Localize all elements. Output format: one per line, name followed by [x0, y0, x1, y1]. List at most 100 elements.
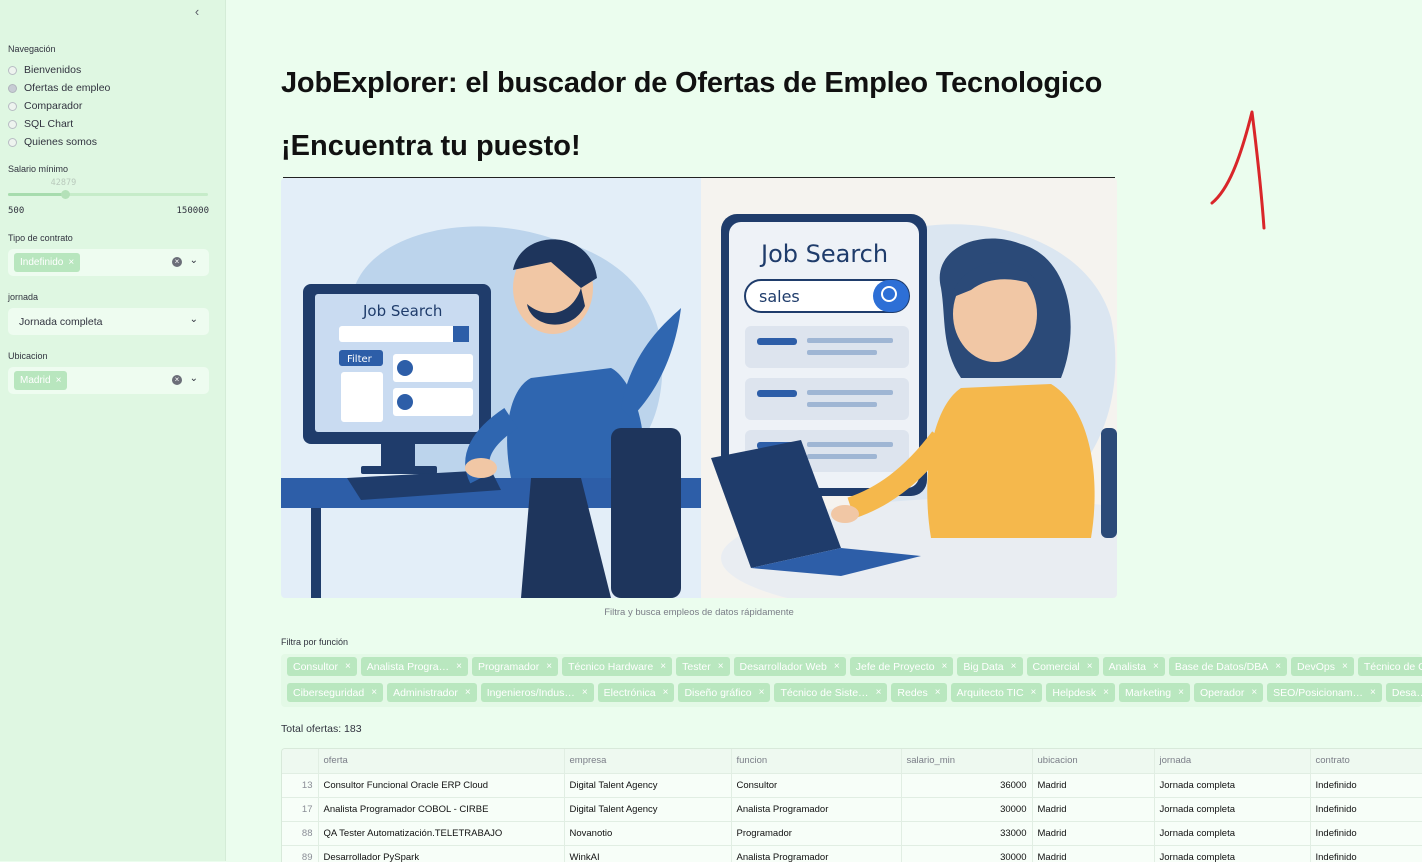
remove-chip-icon[interactable]: × [582, 687, 588, 698]
remove-chip-icon[interactable]: × [68, 257, 74, 268]
remove-chip-icon[interactable]: × [660, 661, 666, 672]
table-row[interactable]: 89 Desarrollador PySpark WinkAI Analista Pr… [282, 845, 1422, 862]
nav-option[interactable]: Quienes somos [8, 135, 97, 149]
nav-option[interactable]: Ofertas de empleo [8, 81, 110, 95]
ubicacion-multiselect[interactable]: Madrid × × ⌄ [8, 367, 209, 394]
jornada-select[interactable]: Jornada completa ⌄ [8, 308, 209, 335]
column-header[interactable]: ubicacion [1032, 749, 1155, 774]
radio-circle-icon[interactable] [8, 65, 17, 75]
offers-table[interactable]: oferta empresa funcion salario_min ubicacion… [281, 748, 1422, 862]
table-cell[interactable]: Digital Talent Agency [564, 773, 732, 798]
table-cell[interactable]: Desarrollador PySpark [318, 845, 565, 862]
remove-chip-icon[interactable]: × [546, 661, 552, 672]
remove-chip-icon[interactable]: × [456, 661, 462, 672]
table-cell[interactable]: Novanotio [564, 821, 732, 846]
table-cell[interactable]: 13 [282, 773, 319, 798]
table-cell[interactable]: QA Tester Automatización.TELETRABAJO [318, 821, 565, 846]
remove-chip-icon[interactable]: × [1370, 687, 1376, 698]
table-cell[interactable]: Jornada completa [1154, 821, 1311, 846]
nav-option[interactable]: Bienvenidos [8, 63, 81, 77]
nav-option-label: SQL Chart [24, 118, 74, 130]
table-row[interactable]: 13 Consultor Funcional Oracle ERP Cloud Di… [282, 773, 1422, 798]
remove-chip-icon[interactable]: × [1153, 661, 1159, 672]
radio-circle-icon[interactable] [8, 119, 17, 129]
radio-circle-icon[interactable] [8, 83, 17, 93]
column-header[interactable]: oferta [318, 749, 565, 774]
table-cell[interactable]: Jornada completa [1154, 845, 1311, 862]
clear-icon[interactable]: × [172, 375, 182, 385]
remove-chip-icon[interactable]: × [663, 687, 669, 698]
table-cell[interactable]: Madrid [1032, 845, 1155, 862]
function-chip-label: Operador [1199, 686, 1245, 699]
radio-circle-icon[interactable] [8, 101, 17, 111]
remove-chip-icon[interactable]: × [1342, 661, 1348, 672]
remove-chip-icon[interactable]: × [1087, 661, 1093, 672]
table-cell[interactable]: 33000 [901, 821, 1033, 846]
remove-chip-icon[interactable]: × [942, 661, 948, 672]
column-header[interactable]: contrato [1310, 749, 1422, 774]
function-chip: Diseño gráfico × [678, 683, 771, 702]
remove-chip-icon[interactable]: × [759, 687, 765, 698]
table-cell[interactable]: Consultor [731, 773, 902, 798]
function-multiselect[interactable]: Consultor × Analista Progra… × Programador × T… [281, 654, 1422, 707]
remove-chip-icon[interactable]: × [834, 661, 840, 672]
table-cell[interactable]: Digital Talent Agency [564, 797, 732, 822]
table-cell[interactable]: Madrid [1032, 773, 1155, 798]
column-header[interactable]: funcion [731, 749, 902, 774]
chevron-down-icon[interactable]: ⌄ [190, 255, 198, 266]
table-cell[interactable]: WinkAI [564, 845, 732, 862]
table-cell[interactable]: Jornada completa [1154, 797, 1311, 822]
remove-chip-icon[interactable]: × [1011, 661, 1017, 672]
remove-chip-icon[interactable]: × [1251, 687, 1257, 698]
remove-chip-icon[interactable]: × [1275, 661, 1281, 672]
remove-chip-icon[interactable]: × [1031, 687, 1037, 698]
remove-chip-icon[interactable]: × [371, 687, 377, 698]
remove-chip-icon[interactable]: × [935, 687, 941, 698]
table-cell[interactable]: 30000 [901, 797, 1033, 822]
table-cell[interactable]: 36000 [901, 773, 1033, 798]
table-cell[interactable]: Indefinido [1310, 773, 1422, 798]
chevron-down-icon[interactable]: ⌄ [190, 314, 198, 325]
remove-chip-icon[interactable]: × [1103, 687, 1109, 698]
table-cell[interactable]: Consultor Funcional Oracle ERP Cloud [318, 773, 565, 798]
column-header[interactable]: jornada [1154, 749, 1311, 774]
table-cell[interactable]: Madrid [1032, 821, 1155, 846]
collapse-sidebar-button[interactable]: ‹ [189, 4, 205, 20]
left-screen-title: Job Search [362, 302, 442, 320]
salary-slider-thumb[interactable] [60, 190, 70, 199]
table-cell[interactable]: 88 [282, 821, 319, 846]
nav-option[interactable]: Comparador [8, 99, 82, 113]
table-cell[interactable]: 17 [282, 797, 319, 822]
remove-chip-icon[interactable]: × [465, 687, 471, 698]
nav-option[interactable]: SQL Chart [8, 117, 73, 131]
table-cell[interactable]: Indefinido [1310, 845, 1422, 862]
function-chip-label: Base de Datos/DBA [1174, 660, 1269, 673]
table-cell[interactable]: Analista Programador [731, 797, 902, 822]
remove-chip-icon[interactable]: × [718, 661, 724, 672]
radio-circle-icon[interactable] [8, 137, 17, 147]
function-chip-label: Redes [897, 686, 928, 699]
chevron-down-icon[interactable]: ⌄ [190, 373, 198, 384]
table-row[interactable]: 17 Analista Programador COBOL - CIRBE Digi… [282, 797, 1422, 822]
table-cell[interactable]: Indefinido [1310, 821, 1422, 846]
table-cell[interactable]: 89 [282, 845, 319, 862]
remove-chip-icon[interactable]: × [876, 687, 882, 698]
table-row[interactable]: 88 QA Tester Automatización.TELETRABAJO No… [282, 821, 1422, 846]
salary-slider[interactable] [8, 190, 208, 199]
table-cell[interactable]: Jornada completa [1154, 773, 1311, 798]
remove-chip-icon[interactable]: × [345, 661, 351, 672]
remove-chip-icon[interactable]: × [56, 375, 62, 386]
column-header[interactable]: salario_min [901, 749, 1033, 774]
table-cell[interactable]: Programador [731, 821, 902, 846]
table-cell[interactable]: 30000 [901, 845, 1033, 862]
column-header[interactable]: empresa [564, 749, 732, 774]
table-cell[interactable]: Analista Programador COBOL - CIRBE [318, 797, 565, 822]
table-cell[interactable]: Analista Programador [731, 845, 902, 862]
column-header[interactable] [282, 749, 319, 774]
table-cell[interactable]: Madrid [1032, 797, 1155, 822]
contract-multiselect[interactable]: Indefinido × × ⌄ [8, 249, 209, 276]
function-chip: Administrador × [387, 683, 477, 702]
clear-icon[interactable]: × [172, 257, 182, 267]
table-cell[interactable]: Indefinido [1310, 797, 1422, 822]
remove-chip-icon[interactable]: × [1178, 687, 1184, 698]
